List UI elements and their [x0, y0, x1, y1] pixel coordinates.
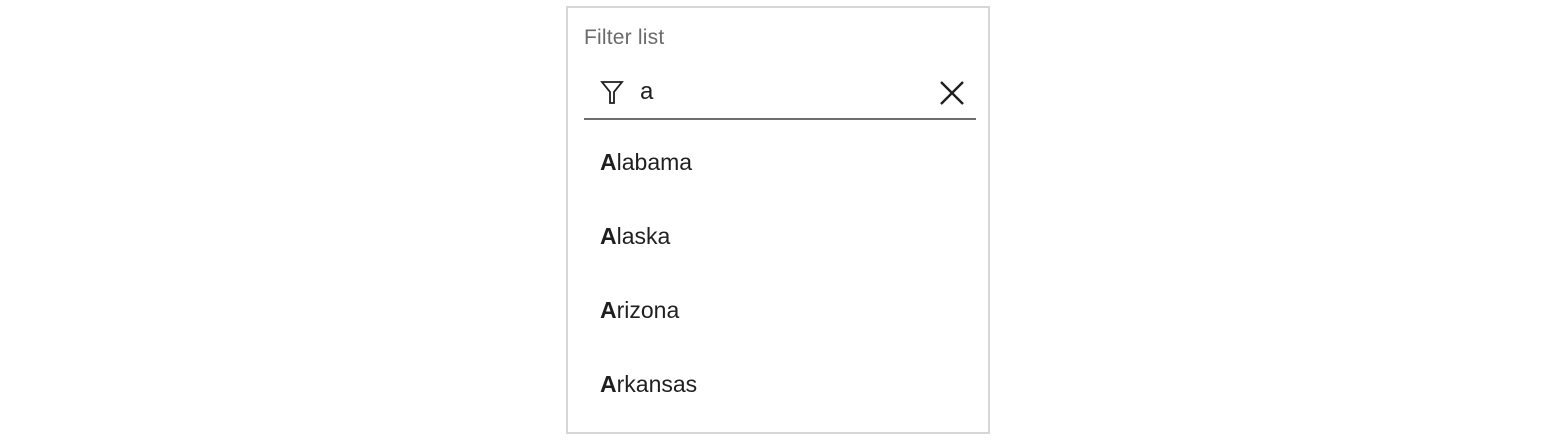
list-item[interactable]: Arkansas	[584, 344, 976, 418]
option-rest: labama	[616, 149, 693, 175]
clear-filter-button[interactable]	[938, 79, 966, 107]
option-rest: rkansas	[616, 371, 698, 397]
filter-input[interactable]	[640, 78, 920, 106]
list-item[interactable]: Alaska	[584, 196, 976, 270]
match-highlight: A	[600, 223, 617, 249]
match-highlight: A	[600, 149, 617, 175]
filter-list-label: Filter list	[584, 26, 665, 49]
match-highlight: A	[600, 297, 617, 323]
filter-list-panel: Filter list Alabama Alaska Arizona Arkan…	[566, 6, 990, 434]
filtered-options-list: Alabama Alaska Arizona Arkansas	[584, 122, 976, 418]
list-item[interactable]: Alabama	[584, 122, 976, 196]
filter-icon	[600, 80, 624, 106]
option-rest: rizona	[616, 297, 680, 323]
option-rest: laska	[616, 223, 671, 249]
list-item[interactable]: Arizona	[584, 270, 976, 344]
filter-field[interactable]	[584, 66, 976, 120]
close-icon	[938, 81, 966, 110]
match-highlight: A	[600, 371, 617, 397]
